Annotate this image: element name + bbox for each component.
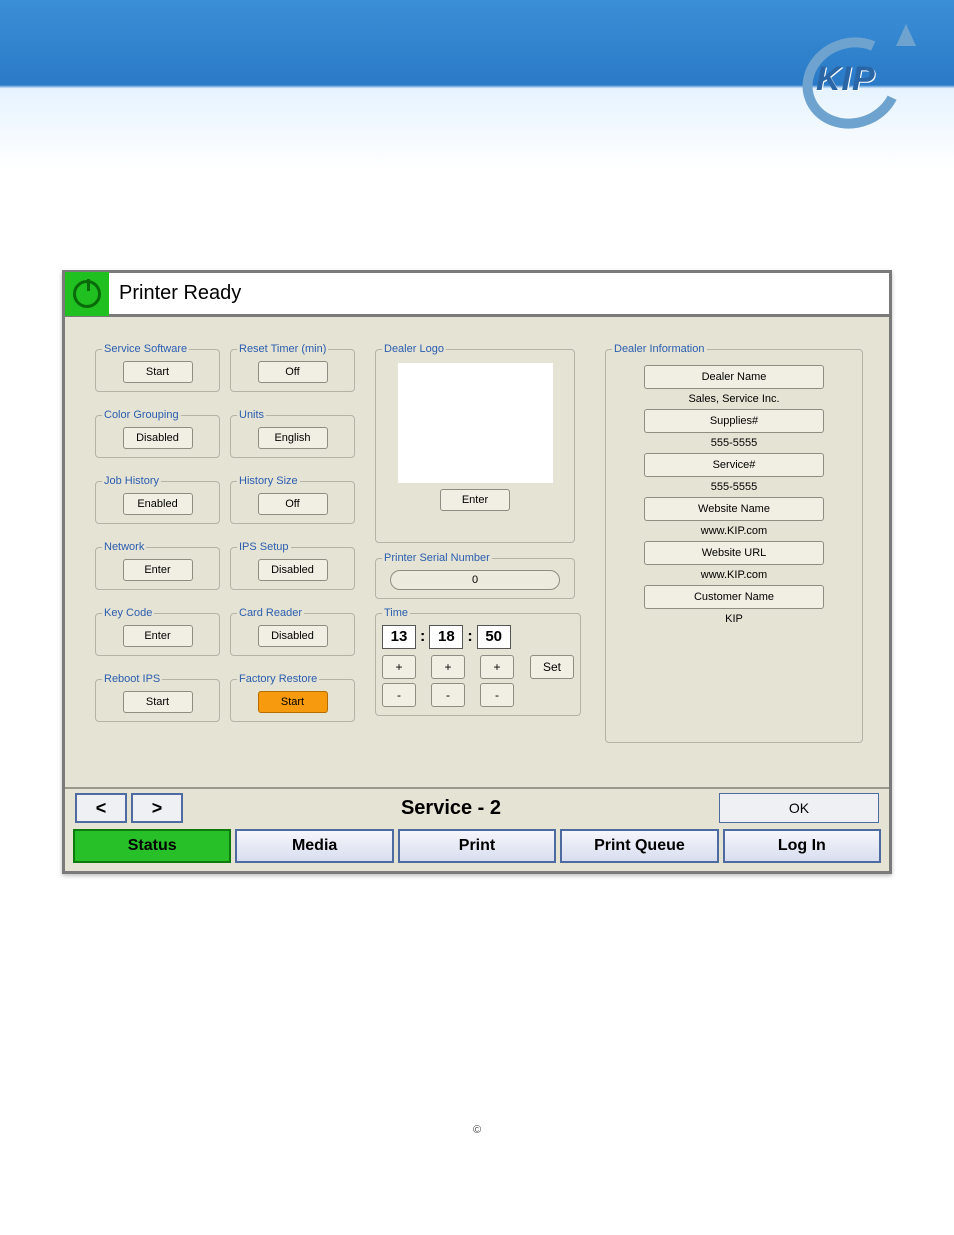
kip-logo: KIP — [794, 28, 924, 138]
reset-timer-legend: Reset Timer (min) — [237, 343, 328, 355]
service-number-value: 555-5555 — [612, 481, 856, 493]
time-legend: Time — [382, 607, 410, 619]
job-history-group: Job History Enabled — [95, 475, 220, 524]
time-minutes: 18 — [429, 625, 463, 649]
dealer-name-value: Sales, Service Inc. — [612, 393, 856, 405]
customer-name-value: KIP — [612, 613, 856, 625]
time-colon-1: : — [420, 628, 425, 646]
reboot-ips-group: Reboot IPS Start — [95, 673, 220, 722]
service-panel: Service Software Start Color Grouping Di… — [65, 317, 889, 787]
page-banner: KIP — [0, 0, 954, 170]
service-software-start-button[interactable]: Start — [123, 361, 193, 383]
logo-text: KIP — [816, 60, 876, 99]
units-group: Units English — [230, 409, 355, 458]
network-group: Network Enter — [95, 541, 220, 590]
color-grouping-button[interactable]: Disabled — [123, 427, 193, 449]
time-colon-2: : — [467, 628, 472, 646]
website-name-value: www.KIP.com — [612, 525, 856, 537]
key-code-legend: Key Code — [102, 607, 154, 619]
power-icon — [73, 280, 101, 308]
footer: < > Service - 2 OK Status Media Print Pr… — [65, 787, 889, 871]
hours-plus-button[interactable]: + — [382, 655, 416, 679]
website-url-button[interactable]: Website URL — [644, 541, 824, 565]
serial-number-value[interactable]: 0 — [390, 570, 560, 590]
power-button[interactable] — [65, 272, 109, 316]
supplies-number-value: 555-5555 — [612, 437, 856, 449]
factory-restore-group: Factory Restore Start — [230, 673, 355, 722]
history-size-legend: History Size — [237, 475, 300, 487]
footer-nav-row: < > Service - 2 OK — [69, 793, 885, 829]
serial-number-group: Printer Serial Number 0 — [375, 552, 575, 599]
card-reader-legend: Card Reader — [237, 607, 304, 619]
key-code-group: Key Code Enter — [95, 607, 220, 656]
factory-restore-start-button[interactable]: Start — [258, 691, 328, 713]
printer-status-title: Printer Ready — [119, 282, 241, 305]
app-window: Printer Ready Service Software Start Col… — [62, 270, 892, 874]
logo-star-icon — [896, 24, 916, 46]
history-size-group: History Size Off — [230, 475, 355, 524]
ips-setup-group: IPS Setup Disabled — [230, 541, 355, 590]
time-display-row: 13 : 18 : 50 — [382, 625, 574, 649]
dealer-information-legend: Dealer Information — [612, 343, 707, 355]
ips-setup-button[interactable]: Disabled — [258, 559, 328, 581]
website-name-button[interactable]: Website Name — [644, 497, 824, 521]
ips-setup-legend: IPS Setup — [237, 541, 291, 553]
network-enter-button[interactable]: Enter — [123, 559, 193, 581]
network-legend: Network — [102, 541, 146, 553]
dealer-logo-enter-button[interactable]: Enter — [440, 489, 510, 511]
titlebar: Printer Ready — [65, 273, 889, 317]
tab-print-queue[interactable]: Print Queue — [560, 829, 718, 863]
color-grouping-legend: Color Grouping — [102, 409, 181, 421]
dealer-logo-legend: Dealer Logo — [382, 343, 446, 355]
dealer-name-button[interactable]: Dealer Name — [644, 365, 824, 389]
dealer-information-group: Dealer Information Dealer Name Sales, Se… — [605, 343, 863, 743]
time-set-button[interactable]: Set — [530, 655, 574, 679]
seconds-plus-button[interactable]: + — [480, 655, 514, 679]
ok-button[interactable]: OK — [719, 793, 879, 823]
page-title: Service - 2 — [187, 797, 715, 820]
minutes-plus-button[interactable]: + — [431, 655, 465, 679]
seconds-minus-button[interactable]: - — [480, 683, 514, 707]
minutes-minus-button[interactable]: - — [431, 683, 465, 707]
color-grouping-group: Color Grouping Disabled — [95, 409, 220, 458]
time-seconds: 50 — [477, 625, 511, 649]
units-button[interactable]: English — [258, 427, 328, 449]
dealer-logo-group: Dealer Logo Enter — [375, 343, 575, 543]
serial-number-legend: Printer Serial Number — [382, 552, 492, 564]
time-group: Time 13 : 18 : 50 + + + Set - - — [375, 607, 581, 716]
time-hours: 13 — [382, 625, 416, 649]
history-size-button[interactable]: Off — [258, 493, 328, 515]
factory-restore-legend: Factory Restore — [237, 673, 319, 685]
time-minus-row: - - - — [382, 683, 574, 707]
service-number-button[interactable]: Service# — [644, 453, 824, 477]
job-history-button[interactable]: Enabled — [123, 493, 193, 515]
tab-print[interactable]: Print — [398, 829, 556, 863]
prev-page-button[interactable]: < — [75, 793, 127, 823]
next-page-button[interactable]: > — [131, 793, 183, 823]
dealer-logo-preview — [398, 363, 553, 483]
reset-timer-group: Reset Timer (min) Off — [230, 343, 355, 392]
copyright: © — [0, 1124, 954, 1136]
units-legend: Units — [237, 409, 266, 421]
supplies-number-button[interactable]: Supplies# — [644, 409, 824, 433]
customer-name-button[interactable]: Customer Name — [644, 585, 824, 609]
reboot-ips-legend: Reboot IPS — [102, 673, 162, 685]
card-reader-group: Card Reader Disabled — [230, 607, 355, 656]
key-code-enter-button[interactable]: Enter — [123, 625, 193, 647]
card-reader-button[interactable]: Disabled — [258, 625, 328, 647]
website-url-value: www.KIP.com — [612, 569, 856, 581]
reboot-ips-start-button[interactable]: Start — [123, 691, 193, 713]
hours-minus-button[interactable]: - — [382, 683, 416, 707]
service-software-legend: Service Software — [102, 343, 189, 355]
job-history-legend: Job History — [102, 475, 161, 487]
tab-media[interactable]: Media — [235, 829, 393, 863]
time-plus-row: + + + Set — [382, 655, 574, 679]
tab-status[interactable]: Status — [73, 829, 231, 863]
service-software-group: Service Software Start — [95, 343, 220, 392]
tab-row: Status Media Print Print Queue Log In — [69, 829, 885, 867]
reset-timer-button[interactable]: Off — [258, 361, 328, 383]
tab-log-in[interactable]: Log In — [723, 829, 881, 863]
